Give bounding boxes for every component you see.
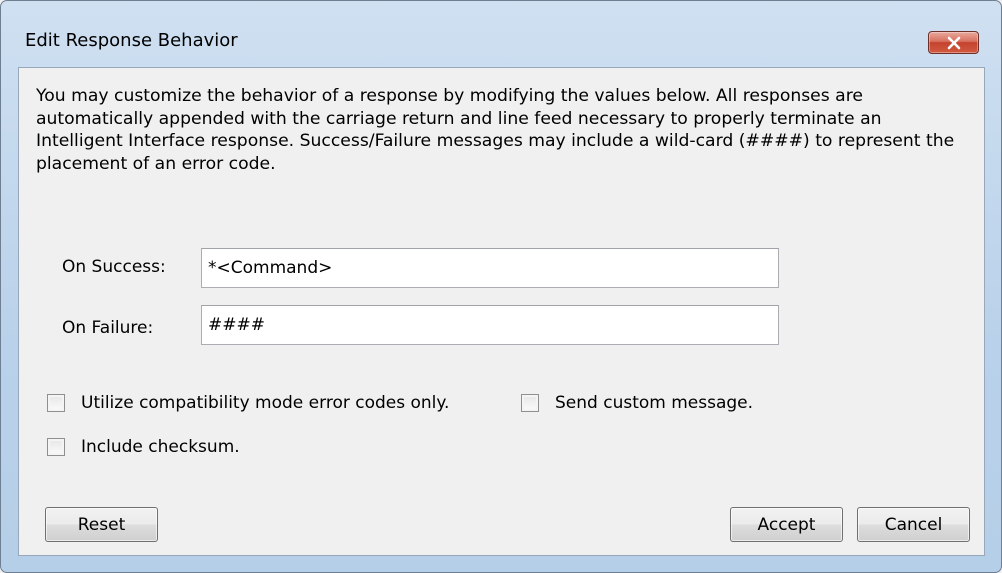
dialog-content: You may customize the behavior of a resp… [18,67,985,556]
window-title: Edit Response Behavior [25,30,238,51]
on-success-label: On Success: [62,257,166,277]
include-checksum-option[interactable]: Include checksum. [47,437,240,457]
close-button[interactable] [928,31,979,54]
on-failure-label: On Failure: [62,318,154,338]
compatibility-mode-label: Utilize compatibility mode error codes o… [81,393,450,413]
include-checksum-label: Include checksum. [81,437,240,457]
dialog-window: Edit Response Behavior You may customize… [0,0,1002,573]
on-success-field[interactable] [201,248,779,288]
close-x-icon [947,36,960,49]
reset-button[interactable]: Reset [45,507,158,542]
compatibility-mode-checkbox[interactable] [47,394,65,412]
on-failure-field[interactable] [201,305,779,345]
accept-button[interactable]: Accept [730,507,843,542]
title-bar[interactable]: Edit Response Behavior [1,1,1001,67]
send-custom-message-option[interactable]: Send custom message. [521,393,753,413]
include-checksum-checkbox[interactable] [47,438,65,456]
compatibility-mode-option[interactable]: Utilize compatibility mode error codes o… [47,393,449,413]
cancel-button[interactable]: Cancel [857,507,970,542]
description-text: You may customize the behavior of a resp… [36,86,955,174]
send-custom-message-checkbox[interactable] [521,394,539,412]
send-custom-message-label: Send custom message. [555,393,754,413]
